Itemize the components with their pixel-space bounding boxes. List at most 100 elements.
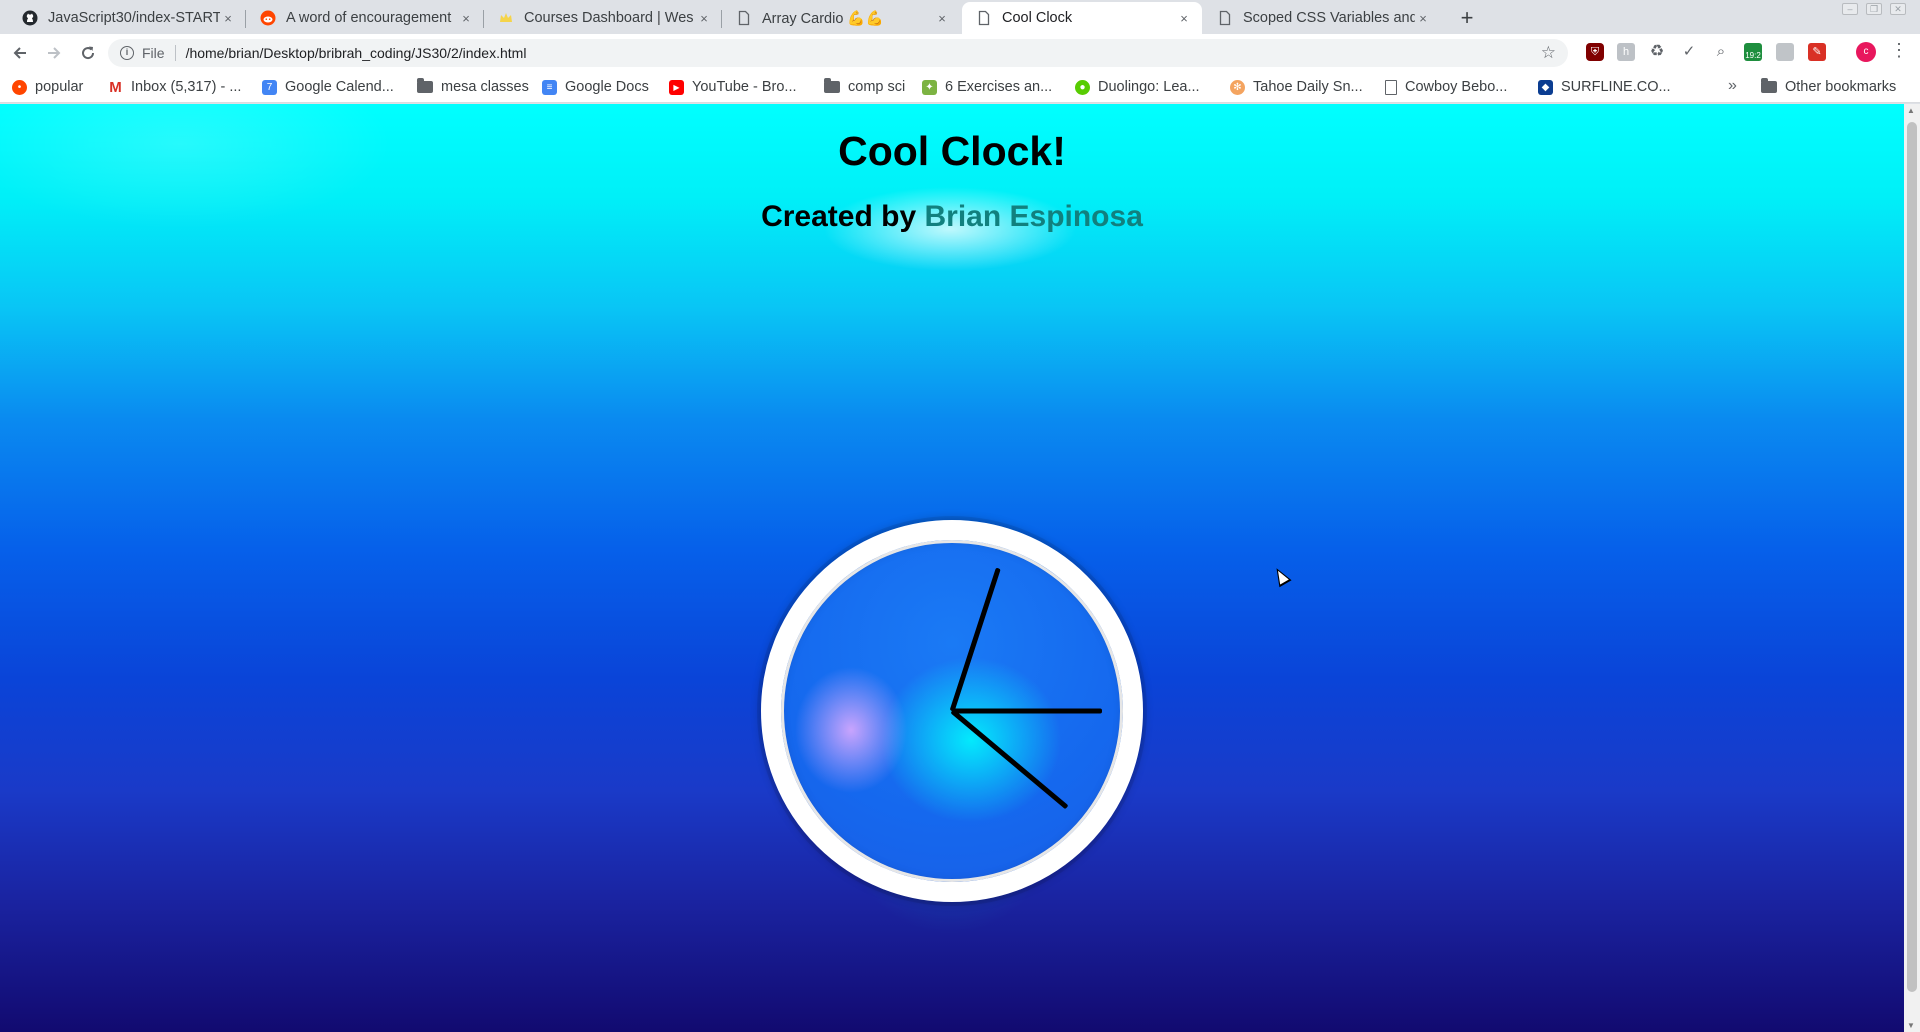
scheme-label: File (142, 45, 165, 61)
menu-kebab-icon[interactable]: ⋮ (1890, 40, 1908, 61)
badge-extension-icon[interactable]: 19:2 (1744, 43, 1762, 61)
tab-javascript30[interactable]: JavaScript30/index-START × (8, 2, 246, 34)
scrollbar-thumb[interactable] (1907, 122, 1917, 992)
page-viewport: Cool Clock! Created by Brian Espinosa (0, 104, 1904, 1032)
bookmark-tahoe[interactable]: ✻ Tahoe Daily Sn... (1230, 71, 1363, 103)
bookmark-label: SURFLINE.CO... (1561, 79, 1671, 95)
bookmark-label: mesa classes (441, 79, 529, 95)
tab-courses-dashboard[interactable]: Courses Dashboard | Wes × (484, 2, 722, 34)
bookmark-label: popular (35, 79, 84, 95)
gmail-icon: M (109, 78, 122, 96)
hour-hand (949, 567, 1001, 712)
pdf-icon[interactable]: ✎ (1808, 43, 1826, 61)
bookmark-exercises[interactable]: ✦ 6 Exercises an... (922, 71, 1052, 103)
document-icon (1385, 79, 1397, 95)
bookmark-popular[interactable]: • popular (12, 71, 83, 103)
duolingo-icon: ● (1075, 79, 1090, 95)
reddit-icon: • (12, 79, 27, 95)
search-icon[interactable]: ⌕ (1712, 43, 1730, 61)
document-icon (976, 10, 992, 26)
back-button[interactable] (6, 39, 34, 67)
reload-button[interactable] (74, 39, 102, 67)
folder-icon (824, 78, 840, 93)
reload-icon (82, 46, 95, 59)
bookmark-label: Duolingo: Lea... (1098, 79, 1200, 95)
bookmark-google-calendar[interactable]: 7 Google Calend... (262, 71, 394, 103)
other-bookmarks-label: Other bookmarks (1785, 79, 1897, 95)
ublock-icon[interactable]: ⛨ (1586, 43, 1604, 61)
tab-strip: JavaScript30/index-START × A word of enc… (0, 0, 1920, 34)
author-name: Brian Espinosa (924, 200, 1143, 233)
tab-title: Scoped CSS Variables and (1243, 10, 1415, 26)
bookmark-label: Google Docs (565, 79, 649, 95)
scroll-down-icon[interactable]: ▼ (1907, 1021, 1915, 1030)
snow-icon: ✻ (1230, 79, 1245, 95)
scroll-up-icon[interactable]: ▲ (1907, 106, 1915, 115)
folder-icon (1761, 78, 1777, 93)
bookmark-label: 6 Exercises an... (945, 79, 1053, 95)
bookmarks-bar: • popular M Inbox (5,317) - ... 7 Google… (0, 71, 1920, 103)
page-subtitle: Created by Brian Espinosa (0, 200, 1904, 234)
close-icon[interactable]: × (1176, 11, 1192, 26)
github-icon (22, 10, 38, 26)
info-icon[interactable]: i (120, 46, 134, 60)
close-icon[interactable]: × (1415, 11, 1431, 26)
window-controls: – ❐ ✕ (1842, 3, 1906, 15)
folder-icon (417, 78, 433, 93)
check-circle-icon[interactable]: ✓ (1680, 43, 1698, 61)
extension-icon[interactable]: h (1617, 43, 1635, 61)
tab-title: JavaScript30/index-START (48, 10, 220, 26)
close-icon[interactable]: × (220, 11, 236, 26)
document-icon (1217, 10, 1233, 26)
bookmark-label: Cowboy Bebo... (1405, 79, 1508, 95)
browser-toolbar: i File /home/brian/Desktop/bribrah_codin… (0, 34, 1920, 71)
profile-avatar[interactable]: c (1856, 42, 1876, 62)
bookmark-star-icon[interactable]: ☆ (1541, 43, 1556, 63)
bookmark-label: comp sci (848, 79, 906, 95)
extension-badge: 19:2 (1745, 51, 1761, 60)
tab-scoped-css[interactable]: Scoped CSS Variables and × (1203, 2, 1441, 34)
close-icon[interactable]: × (458, 11, 474, 26)
bookmark-cowboy-bebop[interactable]: Cowboy Bebo... (1385, 71, 1507, 103)
minimize-icon[interactable]: – (1842, 3, 1858, 15)
bookmark-mesa-classes[interactable]: mesa classes (417, 71, 529, 103)
screen-icon[interactable] (1776, 43, 1794, 61)
bookmark-google-docs[interactable]: ≡ Google Docs (542, 71, 649, 103)
close-icon[interactable]: × (934, 11, 950, 26)
tab-reddit[interactable]: A word of encouragement × (246, 2, 484, 34)
forward-arrow-icon (48, 46, 61, 59)
url-text[interactable]: /home/brian/Desktop/bribrah_coding/JS30/… (186, 45, 527, 61)
vertical-scrollbar[interactable]: ▲ ▼ (1904, 104, 1920, 1032)
subtitle-prefix: Created by (761, 200, 925, 233)
tab-cool-clock[interactable]: Cool Clock × (962, 2, 1202, 34)
close-icon[interactable]: × (696, 11, 712, 26)
bookmark-label: Inbox (5,317) - ... (131, 79, 242, 95)
bookmark-surfline[interactable]: ◆ SURFLINE.CO... (1538, 71, 1671, 103)
new-tab-button[interactable]: + (1453, 4, 1481, 32)
tab-title: Cool Clock (1002, 10, 1073, 26)
window-close-icon[interactable]: ✕ (1890, 3, 1906, 15)
address-bar[interactable]: i File /home/brian/Desktop/bribrah_codin… (108, 39, 1568, 67)
bookmark-comp-sci[interactable]: comp sci (824, 71, 905, 103)
tab-array-cardio[interactable]: Array Cardio 💪💪 × (722, 2, 960, 34)
youtube-icon: ▶ (669, 79, 684, 95)
clock-face (761, 520, 1143, 902)
page-title: Cool Clock! (838, 128, 1066, 174)
forward-button[interactable] (40, 39, 68, 67)
bookmarks-overflow-button[interactable]: » (1728, 77, 1737, 95)
bookmark-inbox[interactable]: M Inbox (5,317) - ... (108, 71, 241, 103)
second-hand (950, 709, 1069, 810)
bookmark-youtube[interactable]: ▶ YouTube - Bro... (669, 71, 797, 103)
mouse-cursor (1270, 564, 1292, 588)
reddit-icon (260, 10, 276, 26)
back-arrow-icon (13, 46, 26, 59)
restore-icon[interactable]: ❐ (1866, 3, 1882, 15)
bookmark-label: YouTube - Bro... (692, 79, 797, 95)
bookmark-label: Tahoe Daily Sn... (1253, 79, 1363, 95)
tab-title: Array Cardio 💪💪 (762, 10, 884, 27)
docs-icon: ≡ (542, 79, 557, 95)
bookmark-duolingo[interactable]: ● Duolingo: Lea... (1075, 71, 1200, 103)
crown-icon (498, 10, 514, 26)
recycle-icon[interactable]: ♻ (1648, 43, 1666, 61)
other-bookmarks[interactable]: Other bookmarks (1761, 71, 1896, 103)
